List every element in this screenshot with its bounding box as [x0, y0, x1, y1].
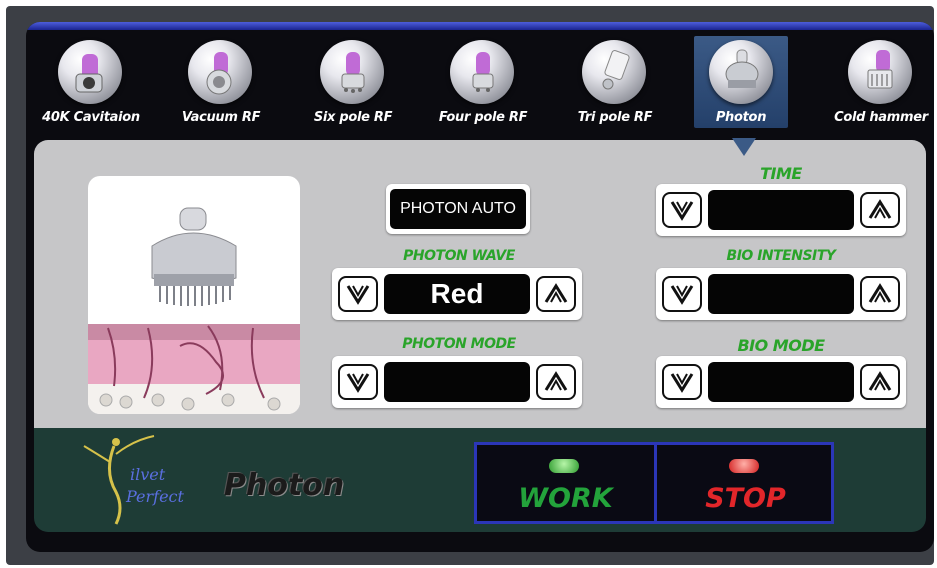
bio-mode-down-button[interactable]	[662, 364, 702, 400]
control-panel: PHOTON AUTO PHOTON WAVE Red PHOTON MODE	[34, 140, 926, 428]
chevron-down-icon	[346, 285, 370, 305]
bio-mode-up-button[interactable]	[860, 364, 900, 400]
chevron-up-icon	[544, 371, 568, 391]
tool-vacuum-rf[interactable]: Vacuum RF	[166, 36, 276, 128]
chevron-down-icon	[346, 373, 370, 393]
tool-four-pole-rf[interactable]: Four pole RF	[428, 36, 538, 128]
chevron-up-icon	[868, 371, 892, 391]
photon-mode-control	[332, 356, 582, 408]
chevron-down-icon	[670, 373, 694, 393]
photon-mode-label: PHOTON MODE	[402, 336, 516, 352]
photon-auto-label: PHOTON AUTO	[390, 189, 526, 229]
tool-label: Vacuum RF	[181, 110, 261, 125]
photon-auto-button[interactable]: PHOTON AUTO	[386, 184, 530, 234]
tool-label: Cold hammer	[834, 110, 928, 125]
action-panel: WORK STOP	[474, 442, 834, 524]
photon-illustration	[88, 176, 300, 414]
photon-wave-label: PHOTON WAVE	[403, 248, 515, 264]
chevron-down-icon	[670, 201, 694, 221]
photon-mode-down-button[interactable]	[338, 364, 378, 400]
tri-pole-rf-head-icon	[582, 40, 646, 104]
selected-tool-pointer	[732, 138, 756, 156]
stop-led	[729, 459, 759, 473]
photon-wave-control: Red	[332, 268, 582, 320]
time-label: TIME	[760, 164, 802, 183]
stop-label: STOP	[705, 483, 786, 514]
tool-tri-pole-rf[interactable]: Tri pole RF	[560, 36, 670, 128]
six-pole-rf-head-icon	[320, 40, 384, 104]
tool-40k-cavitation[interactable]: 40K Cavitaion	[36, 36, 146, 128]
photon-mode-up-button[interactable]	[536, 364, 576, 400]
tool-cold-hammer[interactable]: Cold hammer	[826, 36, 934, 128]
bio-mode-value	[708, 362, 854, 402]
photon-wave-up-button[interactable]	[536, 276, 576, 312]
time-up-button[interactable]	[860, 192, 900, 228]
logo-text: Perfect	[125, 487, 185, 506]
photon-mode-value	[384, 362, 530, 402]
photon-wave-down-button[interactable]	[338, 276, 378, 312]
cavitation-head-icon	[58, 40, 122, 104]
tool-label: Photon	[715, 110, 767, 125]
silhouette-logo: ilvet Perfect	[83, 435, 185, 525]
bottom-bar: ilvet Perfect Photon WORK STOP	[34, 428, 926, 532]
bio-intensity-value	[708, 274, 854, 314]
four-pole-rf-head-icon	[450, 40, 514, 104]
work-led	[549, 459, 579, 473]
mode-name: Photon	[224, 468, 345, 503]
top-stripe	[26, 22, 934, 30]
chevron-up-icon	[868, 283, 892, 303]
chevron-up-icon	[544, 283, 568, 303]
tool-label: Four pole RF	[438, 110, 528, 125]
time-value	[708, 190, 854, 230]
tool-six-pole-rf[interactable]: Six pole RF	[298, 36, 408, 128]
time-down-button[interactable]	[662, 192, 702, 228]
photon-head-icon	[709, 40, 773, 104]
bio-intensity-up-button[interactable]	[860, 276, 900, 312]
bio-mode-control	[656, 356, 906, 408]
photon-wave-value: Red	[384, 274, 530, 314]
time-control	[656, 184, 906, 236]
tool-label: 40K Cavitaion	[42, 110, 140, 125]
bio-intensity-label: BIO INTENSITY	[726, 248, 836, 264]
bio-mode-label: BIO MODE	[737, 336, 825, 355]
device-screen: 40K Cavitaion Vacuum RF Six pole RF Four…	[26, 22, 934, 552]
tool-label: Six pole RF	[313, 110, 393, 125]
tool-label: Tri pole RF	[577, 110, 653, 125]
cold-hammer-head-icon	[848, 40, 912, 104]
logo-text: ilvet	[130, 465, 166, 484]
work-label: WORK	[518, 483, 613, 514]
chevron-up-icon	[868, 199, 892, 219]
chevron-down-icon	[670, 285, 694, 305]
stop-button[interactable]: STOP	[657, 445, 834, 521]
bio-intensity-control	[656, 268, 906, 320]
work-button[interactable]: WORK	[477, 445, 657, 521]
vacuum-rf-head-icon	[188, 40, 252, 104]
bio-intensity-down-button[interactable]	[662, 276, 702, 312]
tool-photon[interactable]: Photon	[694, 36, 788, 128]
